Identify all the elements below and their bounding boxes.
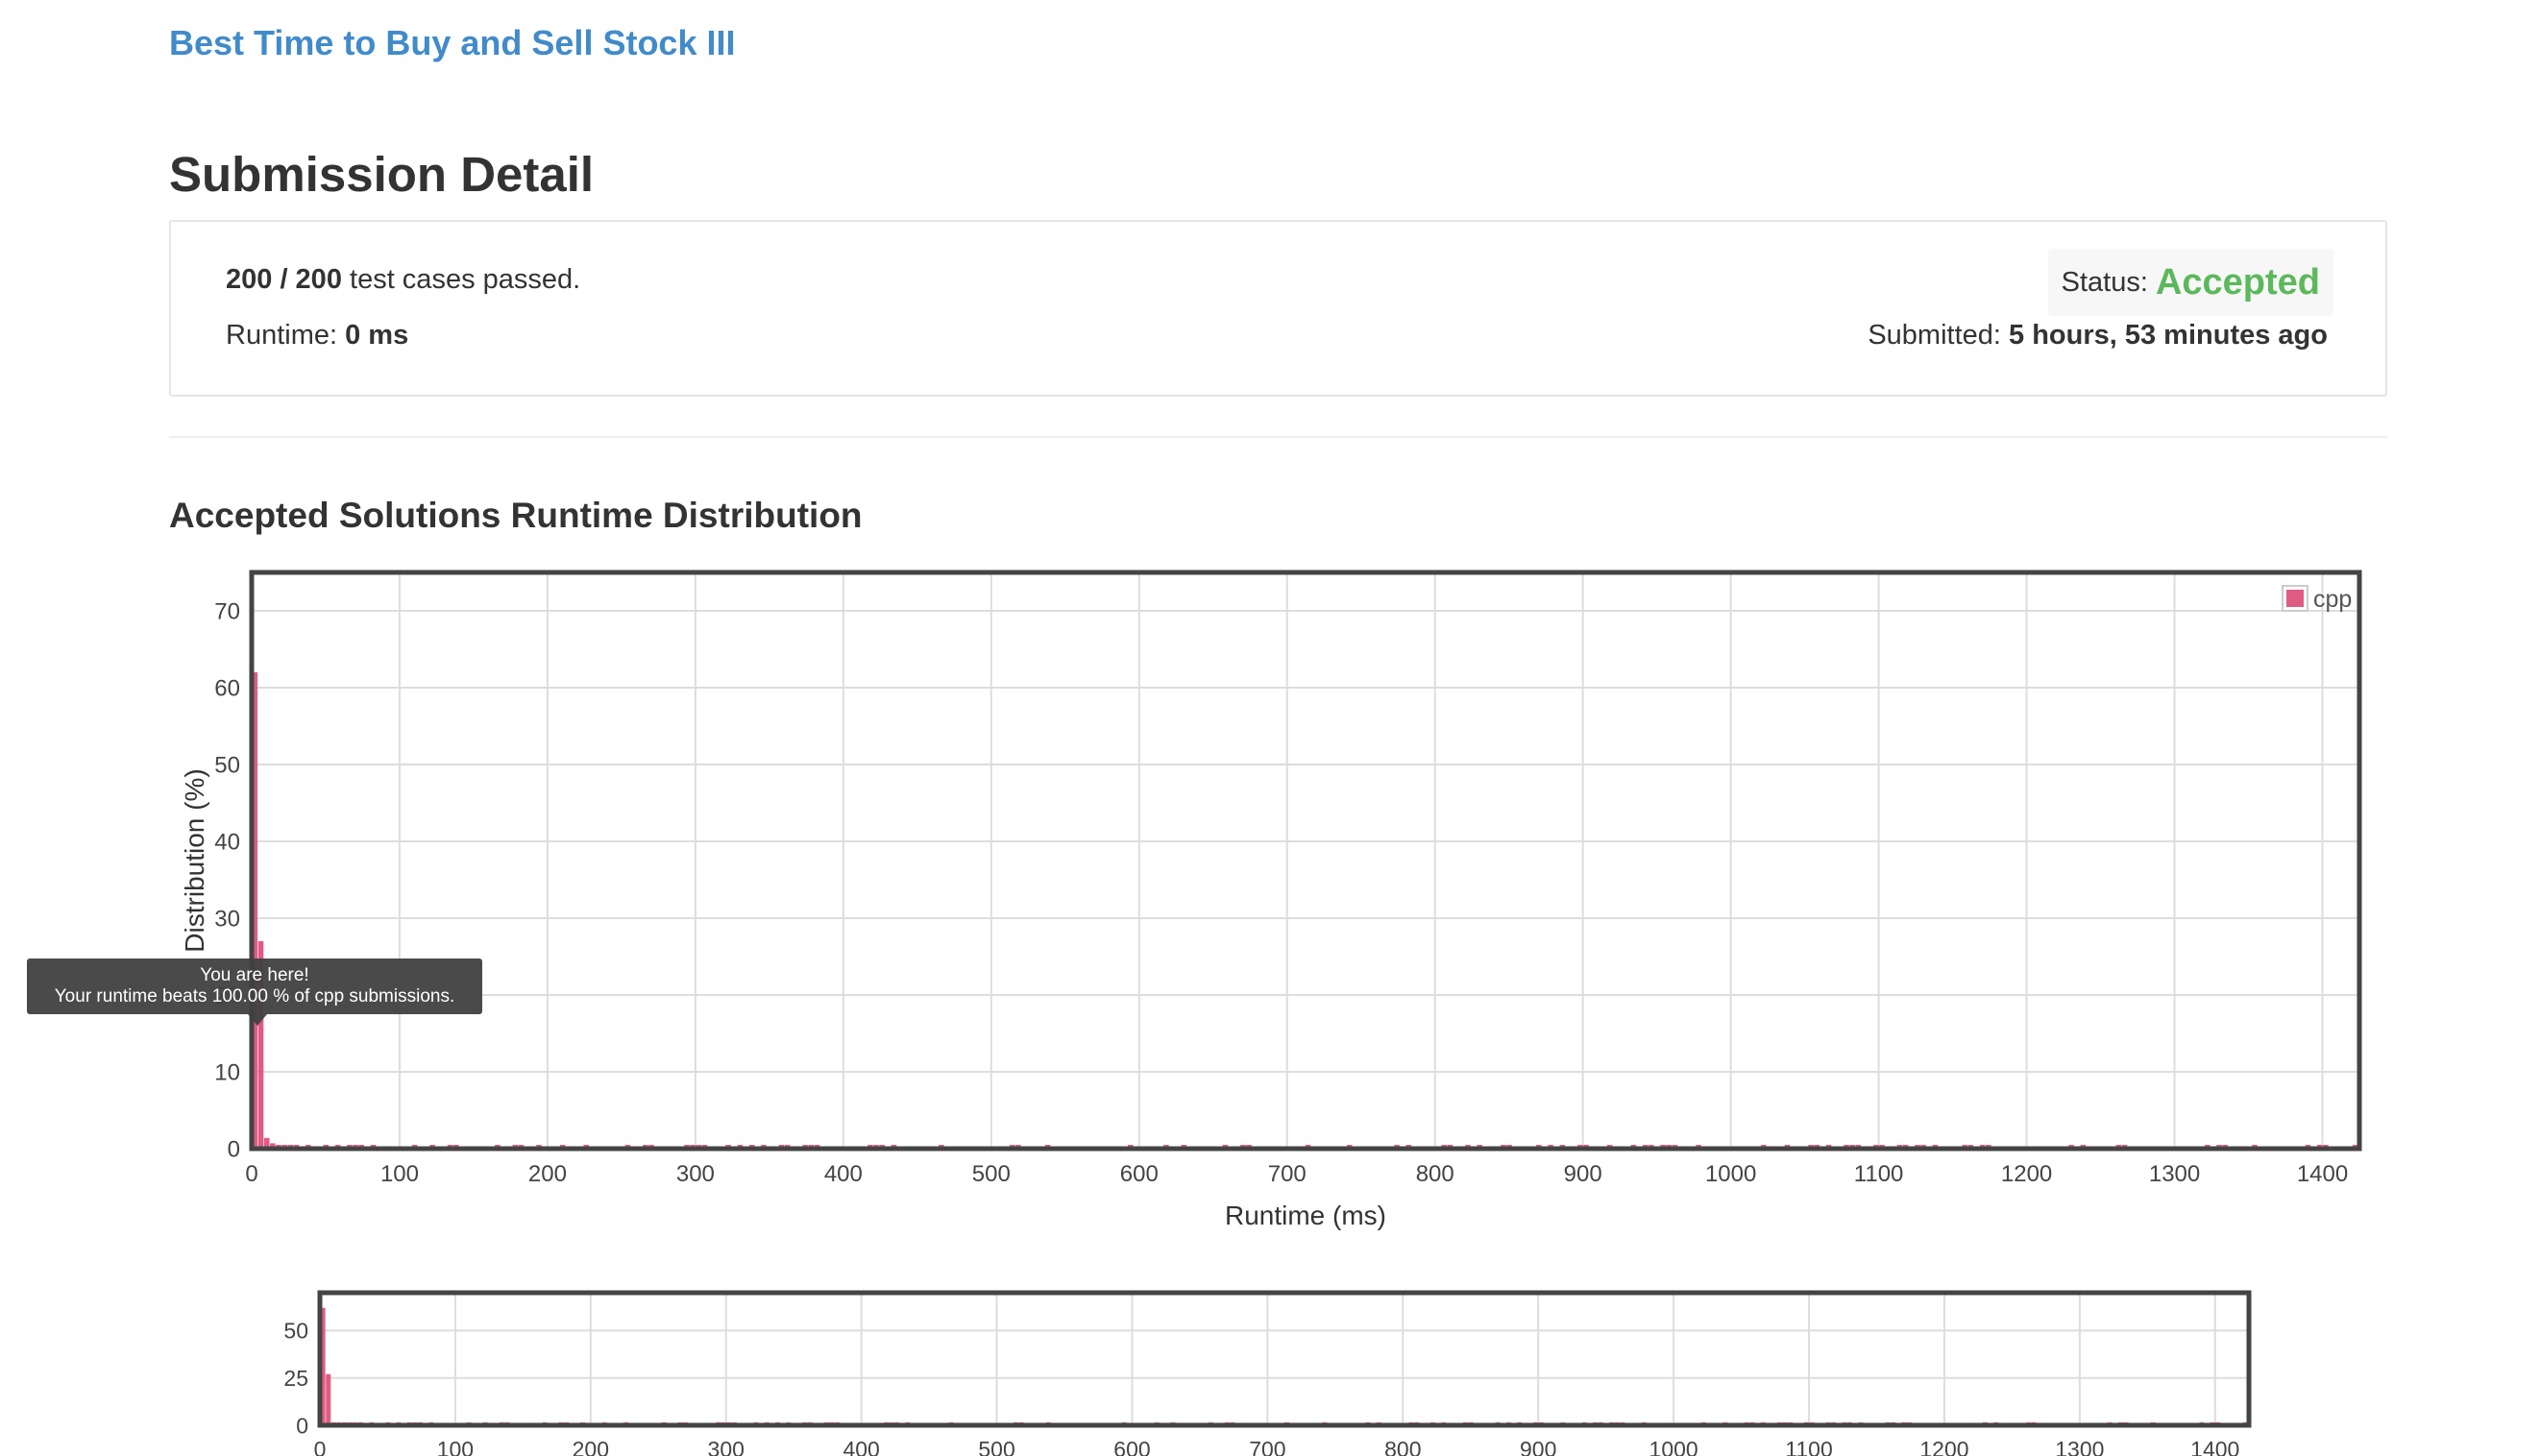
overview-x-tick-label: 1400 xyxy=(2190,1437,2239,1456)
overview-x-tick-label: 100 xyxy=(437,1437,474,1456)
overview-bar xyxy=(326,1373,331,1425)
overview-y-tick-label: 50 xyxy=(283,1319,308,1344)
overview-y-tick-label: 25 xyxy=(283,1366,308,1391)
main-x-tick-label: 0 xyxy=(245,1161,257,1187)
tooltip-line-2: Your runtime beats 100.00 % of cpp submi… xyxy=(54,986,455,1007)
main-x-tick-label: 700 xyxy=(1268,1161,1307,1187)
runtime-tooltip: You are here! Your runtime beats 100.00 … xyxy=(27,959,482,1014)
overview-x-tick-label: 1300 xyxy=(2055,1437,2104,1456)
overview-x-tick-label: 0 xyxy=(314,1437,327,1456)
main-x-tick-label: 1000 xyxy=(1705,1161,1756,1187)
overview-y-tick-label: 0 xyxy=(296,1413,308,1438)
overview-x-tick-label: 300 xyxy=(708,1437,745,1456)
main-x-tick-label: 400 xyxy=(824,1161,863,1187)
overview-x-tick-label: 1100 xyxy=(1785,1437,1832,1456)
overview-x-tick-label: 800 xyxy=(1384,1437,1421,1456)
overview-chart-group: 025500 100 200 300 400 500 600 700 800 900 1000 110… xyxy=(283,1290,2252,1456)
main-y-tick-label: 70 xyxy=(214,599,240,625)
main-x-tick-label: 600 xyxy=(1120,1161,1159,1187)
main-x-tick-label: 100 xyxy=(380,1161,419,1187)
overview-x-tick-label: 400 xyxy=(843,1437,879,1456)
overview-x-tick-label: 1000 xyxy=(1649,1437,1698,1456)
legend-swatch xyxy=(2286,590,2304,607)
tooltip-arrow xyxy=(248,1014,267,1026)
overview-x-tick-label: 200 xyxy=(573,1437,609,1456)
main-chart-group: 0102030405060700100200300400500600700800… xyxy=(214,570,2362,1187)
main-x-tick-label: 500 xyxy=(972,1161,1011,1187)
main-x-tick-label: 1200 xyxy=(2001,1161,2052,1187)
overview-x-tick-label: 700 xyxy=(1249,1437,1285,1456)
main-x-tick-label: 200 xyxy=(528,1161,567,1187)
main-y-tick-label: 0 xyxy=(228,1137,240,1163)
main-y-tick-label: 50 xyxy=(214,753,240,779)
main-y-tick-label: 60 xyxy=(214,676,240,702)
main-y-tick-label: 40 xyxy=(214,830,240,856)
main-x-tick-label: 800 xyxy=(1416,1161,1454,1187)
main-x-tick-label: 900 xyxy=(1564,1161,1602,1187)
overview-frame xyxy=(317,1290,2252,1428)
tooltip-line-1: You are here! xyxy=(200,965,309,985)
main-x-tick-label: 1400 xyxy=(2297,1161,2348,1187)
main-x-tick-label: 1300 xyxy=(2149,1161,2200,1187)
y-axis-label: Distribution (%) xyxy=(180,768,209,952)
overview-x-tick-label: 500 xyxy=(978,1437,1014,1456)
overview-x-tick-label: 900 xyxy=(1520,1437,1556,1456)
main-y-tick-label: 30 xyxy=(214,907,240,933)
x-axis-label: Runtime (ms) xyxy=(1225,1201,1386,1230)
main-x-tick-label: 300 xyxy=(676,1161,715,1187)
main-frame xyxy=(249,570,2362,1152)
main-y-tick-label: 10 xyxy=(214,1060,240,1086)
overview-x-tick-label: 1200 xyxy=(1919,1437,1968,1456)
legend-label-cpp: cpp xyxy=(2313,586,2352,613)
main-x-tick-label: 1100 xyxy=(1854,1161,1904,1187)
overview-x-tick-label: 600 xyxy=(1113,1437,1150,1456)
runtime-distribution-chart[interactable]: 0102030405060700100200300400500600700800… xyxy=(0,0,2540,1456)
